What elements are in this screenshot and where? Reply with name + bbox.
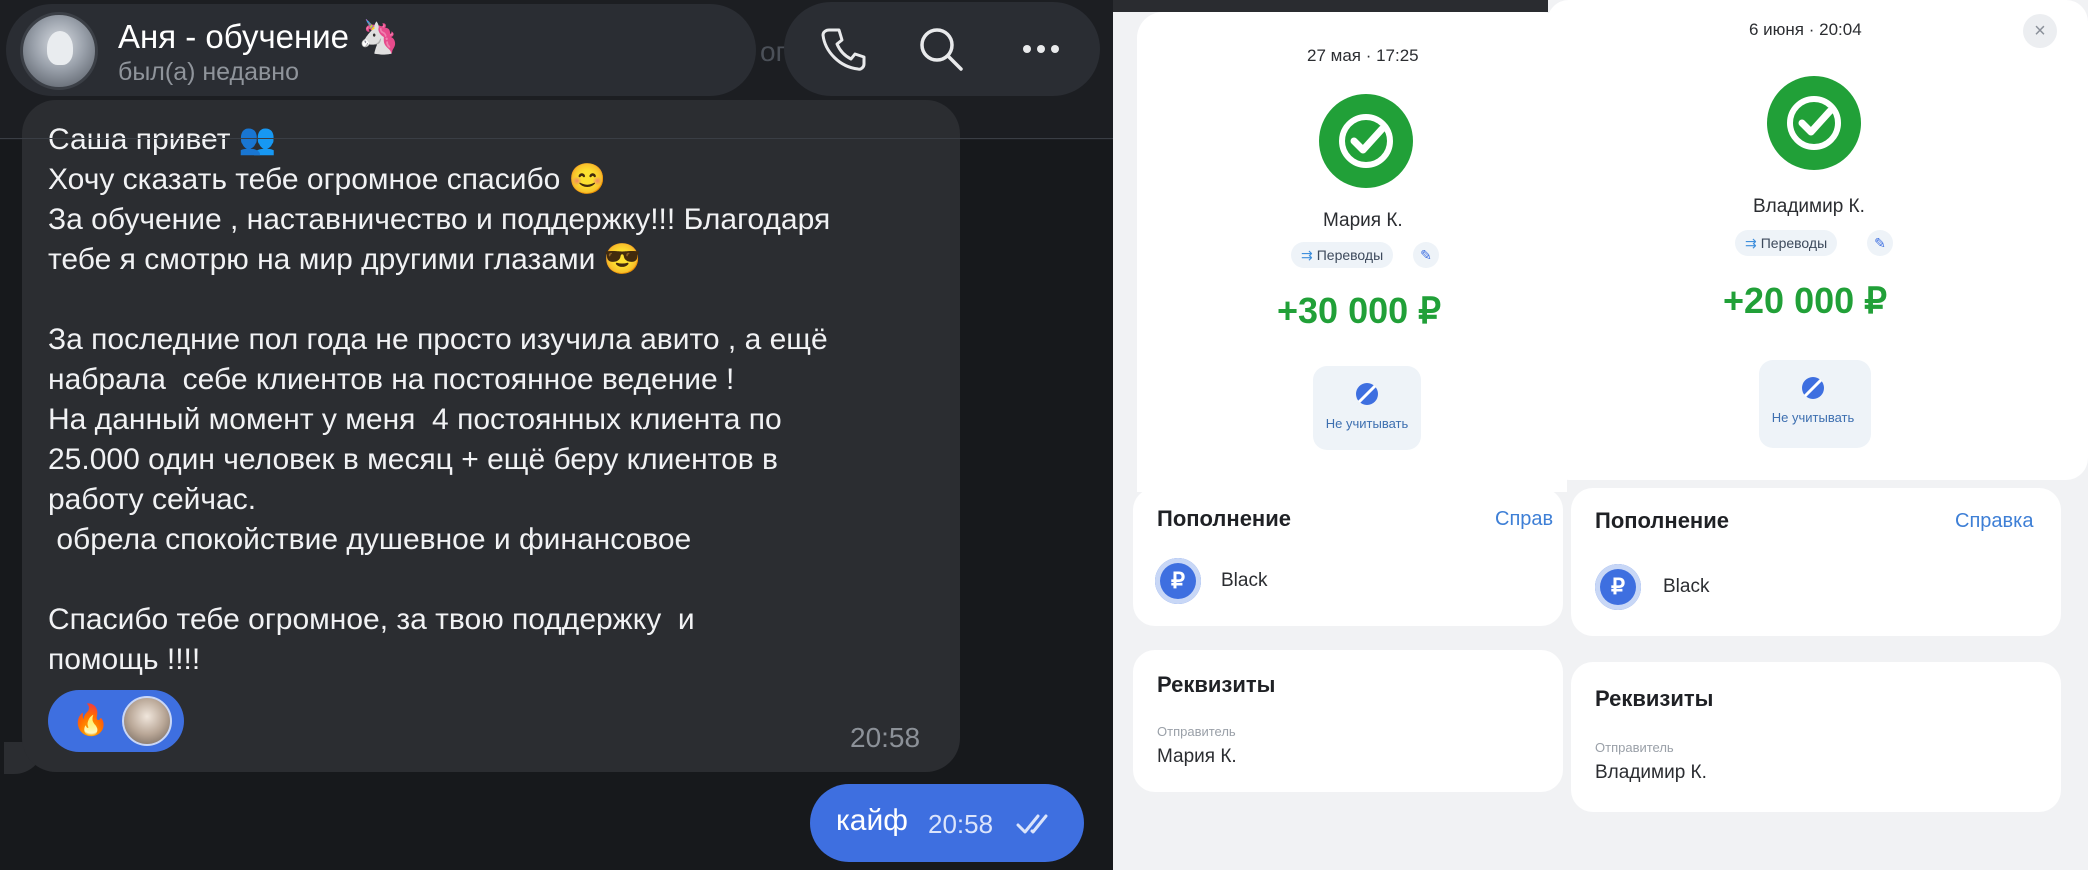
receipt-1-card-name: Black <box>1221 570 1268 591</box>
message-line: набрала себе клиентов на постоянное веде… <box>48 363 735 396</box>
receipt-1-amount: +30 000 ₽ <box>1277 290 1442 331</box>
chat-panel: Аня - обучение 🦄 был(а) недавно ог Саша … <box>0 0 1113 870</box>
pencil-icon[interactable]: ✎ <box>1867 230 1893 256</box>
message-line: тебе я смотрю на мир другими глазами 😎 <box>48 243 642 276</box>
search-icon[interactable] <box>916 24 966 74</box>
receipt-2-help-link[interactable]: Справка <box>1955 510 2033 533</box>
receipt-2-sender-label: Отправитель <box>1595 740 1674 755</box>
pencil-icon[interactable]: ✎ <box>1413 242 1439 268</box>
receipt-2-topup-title: Пополнение <box>1595 508 1729 533</box>
receipt-1-category[interactable]: ⇉ Переводы <box>1291 242 1394 268</box>
receipt-1-top-bar <box>1113 0 1548 12</box>
receipt-1-sender-label: Отправитель <box>1157 724 1236 739</box>
message-line: За последние пол года не просто изучила … <box>48 323 828 356</box>
header-actions <box>784 2 1100 96</box>
outgoing-message[interactable]: кайф 20:58 <box>810 784 1084 862</box>
receipt-1-name: Мария К. <box>1323 210 1403 231</box>
ignore-label: Не учитывать <box>1771 410 1855 425</box>
transfer-icon: ⇉ <box>1301 247 1313 263</box>
message-line: обрела спокойствие душевное и финансовое <box>48 523 692 556</box>
message-line <box>48 280 948 320</box>
receipt-2-amount: +20 000 ₽ <box>1723 280 1888 321</box>
message-line: помощь !!!! <box>48 643 201 676</box>
ruble-card-icon: ₽ <box>1595 564 1641 610</box>
ignore-icon <box>1356 383 1378 405</box>
message-line: На данный момент у меня 4 постоянных кли… <box>48 403 782 436</box>
contact-avatar[interactable] <box>20 12 98 90</box>
sber-logo-icon <box>1319 94 1413 188</box>
phone-icon[interactable] <box>818 24 868 74</box>
receipt-2-details-card <box>1571 662 2061 812</box>
receipt-1-topup-title: Пополнение <box>1157 506 1291 531</box>
header-fragment: ог <box>760 36 786 67</box>
reactor-avatar <box>122 696 172 746</box>
message-time: 20:58 <box>850 722 921 753</box>
message-line: Хочу сказать тебе огромное спасибо 😊 <box>48 163 607 196</box>
category-label: Переводы <box>1316 247 1384 263</box>
message-text: Саша привет 👥 Хочу сказать тебе огромное… <box>48 120 948 680</box>
more-icon[interactable] <box>1016 24 1066 74</box>
receipt-2-sender: Владимир К. <box>1595 762 1707 783</box>
message-line: работу сейчас. <box>48 483 257 516</box>
sber-logo-icon <box>1767 76 1861 170</box>
transfer-icon: ⇉ <box>1745 235 1757 251</box>
receipt-1-details-title: Реквизиты <box>1157 672 1276 697</box>
contact-name[interactable]: Аня - обучение 🦄 <box>118 18 399 57</box>
receipt-1-sender: Мария К. <box>1157 746 1237 767</box>
outgoing-time: 20:58 <box>928 809 994 839</box>
receipt-1-date: 27 мая · 17:25 <box>1307 46 1419 65</box>
receipt-2-card-name: Black <box>1663 576 1710 597</box>
message-line <box>48 560 948 600</box>
message-line: За обучение , наставничество и поддержку… <box>48 203 831 236</box>
close-icon[interactable]: × <box>2023 14 2057 48</box>
receipt-1-ignore-button[interactable]: Не учитывать <box>1313 366 1421 450</box>
fire-reaction: 🔥 <box>72 704 110 737</box>
receipt-2-name: Владимир К. <box>1753 196 1865 217</box>
contact-status: был(а) недавно <box>118 58 300 86</box>
receipt-1-help-link[interactable]: Справ <box>1495 508 1553 531</box>
receipts-panel: 27 мая · 17:25 Мария К. ⇉ Переводы ✎ +30 … <box>1113 0 2088 870</box>
message-line: Спасибо тебе огромное, за твою поддержку… <box>48 603 695 636</box>
outgoing-text: кайф <box>836 804 908 837</box>
receipt-2-date: 6 июня · 20:04 <box>1749 20 1862 39</box>
chat-header[interactable]: Аня - обучение 🦄 был(а) недавно <box>6 4 756 96</box>
receipt-2-ignore-button[interactable]: Не учитывать <box>1759 360 1871 448</box>
reaction-pill[interactable]: 🔥 <box>48 690 184 752</box>
ruble-card-icon: ₽ <box>1155 558 1201 604</box>
receipt-2-category[interactable]: ⇉ Переводы <box>1735 230 1838 256</box>
message-line: Саша привет 👥 <box>48 123 277 156</box>
category-label: Переводы <box>1760 235 1828 251</box>
double-check-icon <box>1016 814 1048 834</box>
receipt-2-details-title: Реквизиты <box>1595 686 1714 711</box>
message-line: 25.000 один человек в месяц + ещё беру к… <box>48 443 778 476</box>
header-divider <box>0 138 1113 139</box>
ignore-label: Не учитывать <box>1325 416 1409 431</box>
ignore-icon <box>1802 377 1824 399</box>
